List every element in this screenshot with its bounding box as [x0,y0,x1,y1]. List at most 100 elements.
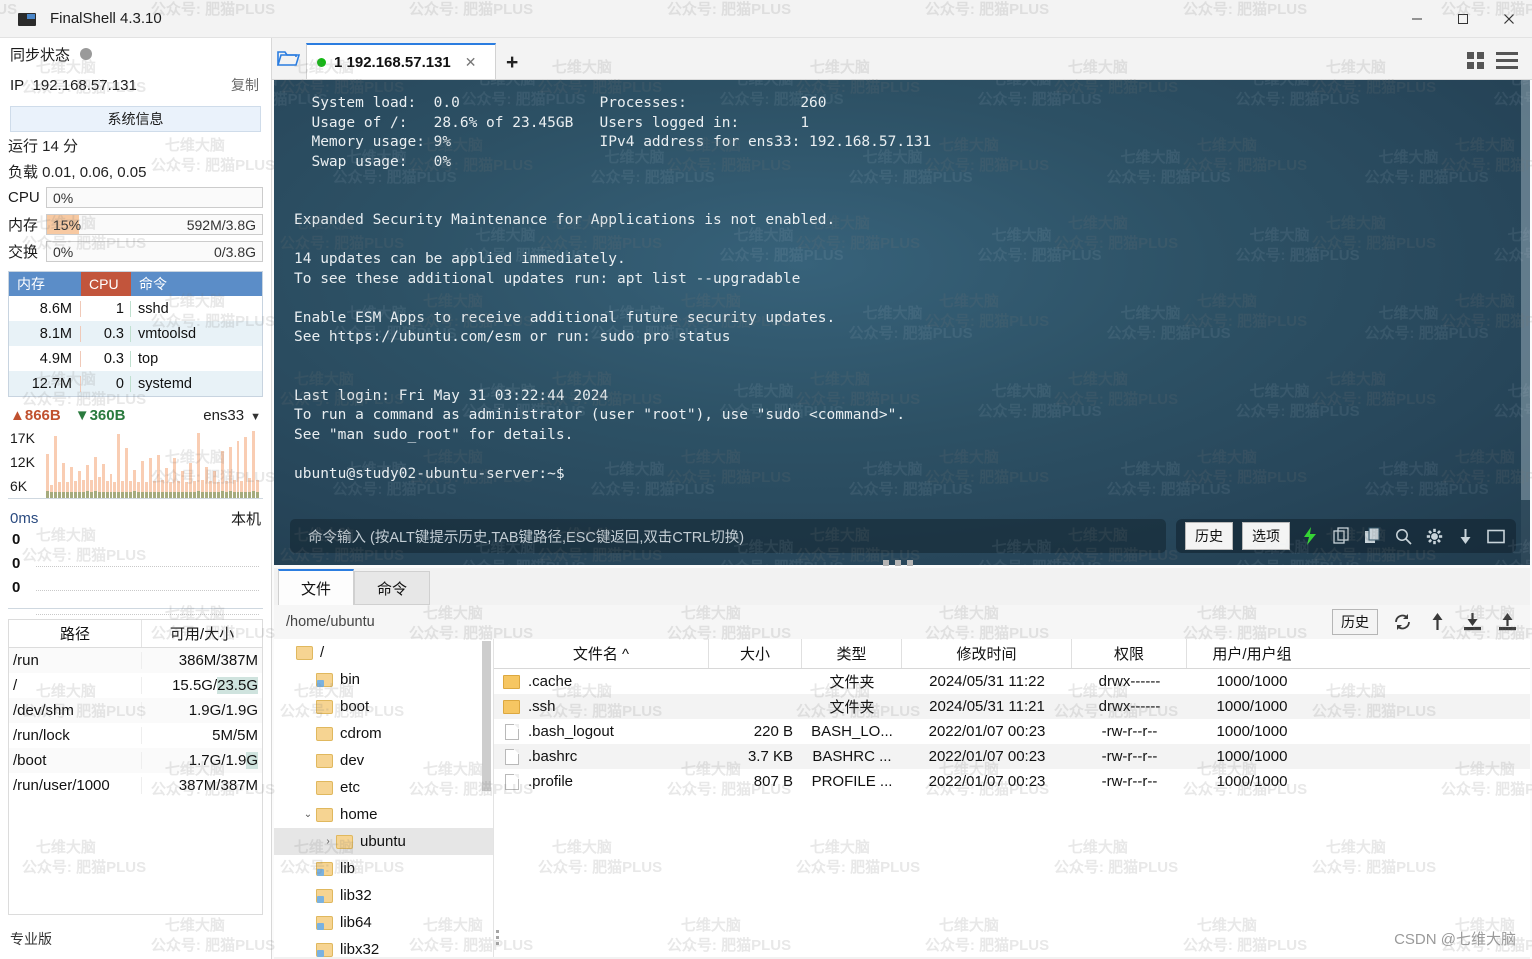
col-header-path[interactable]: 路径 [9,620,142,647]
network-interface-selector[interactable]: ens33 ▼ [203,407,261,424]
up-arrow-icon[interactable] [1426,611,1448,633]
folder-icon [316,861,333,876]
disk-row[interactable]: /run/user/1000 387M/387M [9,773,262,798]
file-row[interactable]: .cache 文件夹 2024/05/31 11:22 drwx------ 1000/… [494,669,1530,694]
file-row[interactable]: .ssh 文件夹 2024/05/31 11:21 drwx------ 1000/10… [494,694,1530,719]
lightning-icon[interactable] [1299,525,1321,547]
search-icon[interactable] [1392,525,1414,547]
process-row[interactable]: 8.6M 1 sshd [9,296,262,321]
sync-status-label: 同步状态 [10,46,71,64]
tree-expand-arrow-icon[interactable]: › [320,836,336,847]
tree-node-libx32[interactable]: libx32 [274,936,493,957]
tree-scrollbar[interactable] [482,641,491,791]
download-icon[interactable] [1461,611,1483,633]
maximize-button[interactable] [1440,0,1486,38]
process-cpu: 0.3 [81,325,131,342]
terminal-options-button[interactable]: 选项 [1242,522,1290,550]
network-bar [212,471,216,498]
process-row[interactable]: 12.7M 0 systemd [9,371,262,396]
close-tab-icon[interactable]: ✕ [465,54,477,71]
open-folder-icon[interactable] [272,37,306,79]
tree-node-ubuntu[interactable]: › ubuntu [274,828,493,855]
tree-node-home[interactable]: ⌄ home [274,801,493,828]
tree-node-cdrom[interactable]: cdrom [274,720,493,747]
hamburger-menu-icon[interactable] [1496,48,1518,73]
file-row[interactable]: .profile 807 B PROFILE ... 2022/01/07 00:23… [494,769,1530,794]
chevron-down-icon: ▼ [250,410,261,423]
directory-tree[interactable]: / bin boot cdrom dev etc ⌄ home › ubuntu lib lib32 l… [274,639,494,957]
folder-icon [336,834,353,849]
tree-node-dev[interactable]: dev [274,747,493,774]
process-row[interactable]: 4.9M 0.3 top [9,346,262,371]
copy-ip-button[interactable]: 复制 [231,75,259,95]
terminal-panel[interactable]: 七维大脑公众号: 肥猫PLUS 七维大脑公众号: 肥猫PLUS 七维大脑公众号: 肥… [274,80,1530,565]
col-header-memory[interactable]: 内存 [9,272,81,296]
network-bar [252,431,256,498]
tree-expand-arrow-icon[interactable]: ⌄ [300,809,316,820]
network-bar [129,480,133,498]
disk-row[interactable]: /boot 1.7G/1.9G [9,748,262,773]
disk-row[interactable]: /run 386M/387M [9,648,262,673]
network-bar [157,455,161,498]
disk-row[interactable]: /dev/shm 1.9G/1.9G [9,698,262,723]
terminal-scrollbar[interactable] [1521,80,1530,565]
file-list-grip[interactable] [496,930,499,945]
network-bar [149,458,153,498]
copy-icon[interactable] [1330,525,1352,547]
window-icon[interactable] [1485,525,1507,547]
tree-node-lib32[interactable]: lib32 [274,882,493,909]
grid-view-icon[interactable] [1467,52,1484,69]
network-bar [81,479,85,498]
panel-splitter-handle[interactable] [883,560,913,566]
terminal-tab[interactable]: 1 192.168.57.131 ✕ [306,43,496,79]
gear-icon[interactable] [1423,525,1445,547]
tree-node-boot[interactable]: boot [274,693,493,720]
file-owner: 1000/1000 [1216,773,1288,790]
ping-local-label: 本机 [230,510,261,528]
current-path-label[interactable]: /home/ubuntu [286,614,375,630]
refresh-icon[interactable] [1391,611,1413,633]
close-button[interactable] [1486,0,1532,38]
disk-row[interactable]: / 15.5G/23.5G [9,673,262,698]
upload-icon[interactable] [1496,611,1518,633]
file-col-header-1[interactable]: 大小 [709,639,802,668]
file-col-header-0[interactable]: 文件名 ^ [494,639,709,668]
file-col-header-4[interactable]: 权限 [1072,639,1187,668]
network-bar [133,469,137,498]
col-header-cpu[interactable]: CPU [81,272,131,296]
tree-node-lib[interactable]: lib [274,855,493,882]
col-header-free-total[interactable]: 可用/大小 [142,620,262,647]
command-input[interactable]: 命令输入 (按ALT键提示历史,TAB键路径,ESC键返回,双击CTRL切换) [290,519,1166,553]
csdn-watermark: CSDN @七维大脑 [1394,931,1516,948]
terminal-history-button[interactable]: 历史 [1185,522,1233,550]
new-tab-button[interactable]: + [506,51,518,75]
tree-node-root[interactable]: / [274,639,493,666]
minimize-button[interactable] [1394,0,1440,38]
file-history-button[interactable]: 历史 [1332,609,1378,635]
file-icon [505,723,519,740]
network-upload-stat: ▲866B [10,406,61,424]
file-row[interactable]: .bashrc 3.7 KB BASHRC ... 2022/01/07 00:23 -… [494,744,1530,769]
file-col-header-5[interactable]: 用户/用户组 [1187,639,1317,668]
file-panel-tab-文件[interactable]: 文件 [278,569,354,605]
file-col-header-2[interactable]: 类型 [802,639,902,668]
title-bar: FinalShell 4.3.10 [0,0,1532,38]
tree-node-bin[interactable]: bin [274,666,493,693]
tree-node-lib64[interactable]: lib64 [274,909,493,936]
file-path-bar: /home/ubuntu 历史 [274,605,1530,639]
file-panel-tab-命令[interactable]: 命令 [354,571,430,605]
terminal-scrollbar-thumb[interactable] [1521,80,1530,500]
meter-row-内存: 内存 15% 592M/3.8G [0,211,271,238]
tree-node-etc[interactable]: etc [274,774,493,801]
process-command: top [138,350,159,367]
file-icon [505,748,519,765]
file-row[interactable]: .bash_logout 220 B BASH_LO... 2022/01/07 00… [494,719,1530,744]
disk-row[interactable]: /run/lock 5M/5M [9,723,262,748]
paste-icon[interactable] [1361,525,1383,547]
file-col-header-3[interactable]: 修改时间 [902,639,1072,668]
col-header-command[interactable]: 命令 [131,272,262,296]
tree-node-label: libx32 [340,941,380,957]
system-info-button[interactable]: 系统信息 [10,106,261,132]
download-icon[interactable] [1454,525,1476,547]
process-row[interactable]: 8.1M 0.3 vmtoolsd [9,321,262,346]
